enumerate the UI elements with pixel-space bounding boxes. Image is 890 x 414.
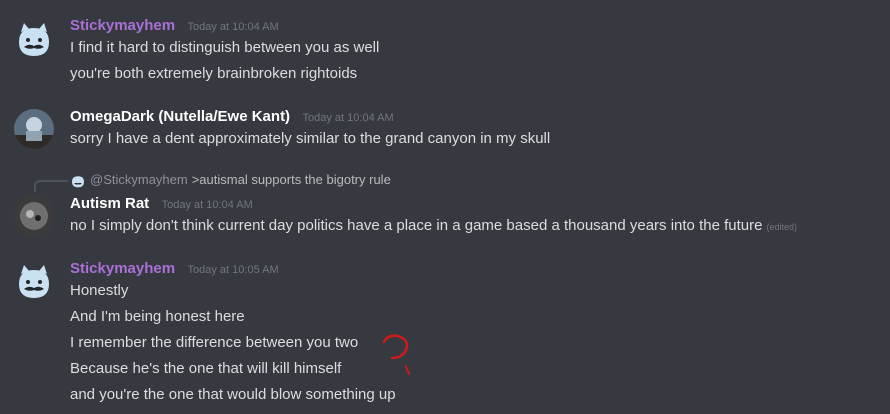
message-header: Autism Rat Today at 10:04 AM — [70, 195, 253, 213]
author-name[interactable]: Stickymayhem — [70, 260, 175, 277]
message-line: no I simply don't think current day poli… — [70, 217, 797, 234]
author-name[interactable]: Autism Rat — [70, 195, 149, 212]
message-header: Stickymayhem Today at 10:04 AM — [70, 17, 279, 35]
reply-connector — [34, 180, 68, 192]
reply-mention[interactable]: @Stickymayhem — [90, 172, 188, 187]
timestamp: Today at 10:04 AM — [302, 112, 394, 124]
edited-label: (edited) — [766, 222, 797, 232]
avatar[interactable] — [14, 20, 54, 60]
message-line: I remember the difference between you tw… — [70, 334, 359, 351]
timestamp: Today at 10:05 AM — [187, 264, 279, 276]
avatar[interactable] — [14, 196, 54, 236]
avatar[interactable] — [14, 262, 54, 302]
message-line: Honestly — [70, 282, 129, 299]
message-line: sorry I have a dent approximately simila… — [70, 130, 551, 147]
blue-cat-mustache-icon — [14, 262, 54, 302]
message-text: no I simply don't think current day poli… — [70, 217, 763, 234]
avatar[interactable] — [14, 109, 54, 149]
message-line: And I'm being honest here — [70, 308, 245, 325]
timestamp: Today at 10:04 AM — [161, 199, 253, 211]
timestamp: Today at 10:04 AM — [187, 21, 279, 33]
photo-avatar-icon — [14, 109, 54, 149]
message-line: I find it hard to distinguish between yo… — [70, 39, 380, 56]
message-header: OmegaDark (Nutella/Ewe Kant) Today at 10… — [70, 108, 394, 126]
message-line: and you're the one that would blow somet… — [70, 386, 396, 403]
photo-avatar-icon — [14, 196, 54, 236]
hand-drawn-question-mark-icon — [382, 334, 410, 375]
author-name[interactable]: OmegaDark (Nutella/Ewe Kant) — [70, 108, 290, 125]
message-line: Because he's the one that will kill hims… — [70, 360, 342, 377]
blue-cat-mustache-icon — [14, 20, 54, 60]
blue-cat-mustache-icon — [70, 173, 86, 189]
reply-preview[interactable]: @Stickymayhem >autismal supports the bigo… — [70, 172, 391, 189]
author-name[interactable]: Stickymayhem — [70, 17, 175, 34]
reply-text: >autismal supports the bigotry rule — [191, 172, 391, 187]
message-line: you're both extremely brainbroken righto… — [70, 65, 358, 82]
message-header: Stickymayhem Today at 10:05 AM — [70, 260, 279, 278]
